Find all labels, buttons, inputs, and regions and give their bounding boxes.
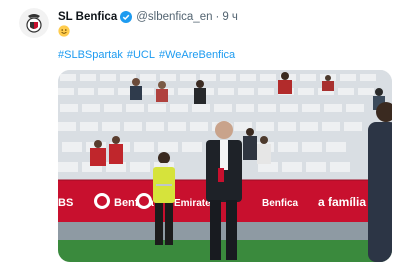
- tweet-photo[interactable]: BS Benfica Emirates Benfica a família: [58, 70, 392, 262]
- separator: ·: [215, 11, 220, 23]
- tweet-time[interactable]: 9 ч: [222, 11, 238, 23]
- foreground-person: [368, 102, 392, 262]
- author-handle[interactable]: @slbenfica_en: [136, 11, 212, 23]
- hashtag-list: #SLBSpartak #UCL #WeAreBenfica: [58, 49, 239, 61]
- pitch: [58, 238, 392, 262]
- board-text: Benfica: [262, 198, 299, 209]
- avatar[interactable]: [19, 8, 49, 38]
- svg-text:BS: BS: [58, 197, 73, 209]
- benfica-crest-icon: [19, 8, 49, 38]
- board-text: a família: [318, 195, 366, 209]
- author-name[interactable]: SL Benfica: [58, 11, 117, 23]
- hashtag-link[interactable]: #WeAreBenfica: [159, 49, 235, 61]
- smiling-face-icon: [58, 24, 70, 37]
- hashtag-link[interactable]: #UCL: [127, 49, 155, 61]
- tweet-header: SL Benfica @slbenfica_en · 9 ч: [58, 9, 392, 25]
- verified-badge-icon: [120, 11, 133, 23]
- hashtag-link[interactable]: #SLBSpartak: [58, 49, 123, 61]
